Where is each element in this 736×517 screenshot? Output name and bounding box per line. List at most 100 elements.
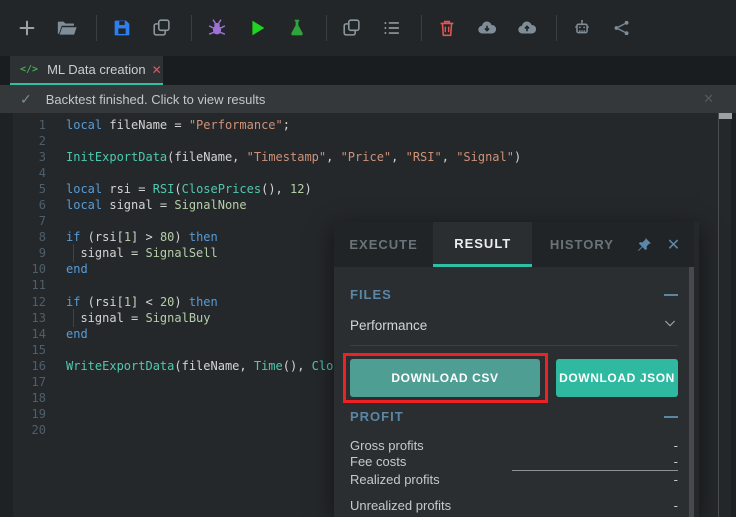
panel-close-icon[interactable]: ✕: [661, 222, 686, 267]
notification-bar[interactable]: ✓ Backtest finished. Click to view resul…: [0, 85, 736, 113]
code-icon: </>: [20, 64, 39, 75]
line-number: 9: [38, 246, 46, 261]
duplicate-button[interactable]: [337, 13, 367, 43]
panel-body: FILES Performance DOWNLOAD CSV DOWNLOAD: [334, 287, 694, 513]
download-csv-button[interactable]: DOWNLOAD CSV: [350, 359, 540, 397]
trash-icon: [436, 17, 458, 39]
new-script-button[interactable]: [12, 13, 42, 43]
plus-icon: [16, 17, 38, 39]
delete-button[interactable]: [432, 13, 462, 43]
notification-close-icon[interactable]: ✕: [703, 91, 714, 107]
backtest-button[interactable]: [282, 13, 312, 43]
code-text: local rsi = RSI(ClosePrices(), 12): [66, 182, 312, 197]
open-script-button[interactable]: [52, 13, 82, 43]
panel-scrollbar[interactable]: [689, 267, 694, 517]
collapse-icon-profit[interactable]: [664, 415, 678, 418]
section-divider: [350, 345, 678, 346]
run-button[interactable]: [242, 13, 272, 43]
code-line: 2: [0, 133, 731, 149]
cloud-up-icon: [516, 17, 538, 39]
floppy-icon: [111, 17, 133, 39]
profit-row: Realized profits -: [350, 472, 678, 488]
log-list-button[interactable]: [377, 13, 407, 43]
panel-tab-history[interactable]: HISTORY: [532, 222, 631, 267]
line-number: 2: [38, 134, 46, 149]
line-number: 5: [38, 182, 46, 197]
code-text: if (rsi[1] > 80) then: [66, 230, 218, 245]
download-button-row: DOWNLOAD CSV DOWNLOAD JSON: [343, 353, 678, 403]
line-number: 11: [31, 278, 46, 293]
files-section-title: FILES: [350, 287, 392, 302]
editor-scrollbar[interactable]: [718, 113, 732, 517]
line-number: 1: [38, 118, 46, 133]
copy-script-button[interactable]: [147, 13, 177, 43]
line-number: 18: [31, 390, 46, 405]
line-number: 17: [31, 374, 46, 389]
list-icon: [381, 17, 403, 39]
share-button[interactable]: [607, 13, 637, 43]
bug-icon: [206, 17, 228, 39]
line-number: 14: [31, 326, 46, 341]
pin-icon[interactable]: [631, 222, 656, 267]
code-text: local fileName = "Performance";: [66, 118, 290, 133]
tab-label: ML Data creation: [47, 62, 146, 77]
code-text: local signal = SignalNone: [66, 198, 247, 213]
results-panel: EXECUTE RESULT HISTORY ✕ FILES Performance …: [334, 222, 699, 517]
code-text: end: [66, 262, 88, 277]
copy-icon: [151, 17, 173, 39]
panel-tab-result[interactable]: RESULT: [433, 222, 533, 267]
code-line: 1 local fileName = "Performance";: [0, 117, 731, 133]
code-line: 6 local signal = SignalNone: [0, 197, 731, 213]
code-text: end: [66, 326, 88, 341]
code-text: WriteExportData(fileName, Time(), CloseP…: [66, 358, 362, 373]
profit-row-label: Realized profits: [350, 472, 440, 487]
editor-scrollbar-thumb[interactable]: [719, 113, 732, 119]
line-number: 10: [31, 262, 46, 277]
debug-button[interactable]: [202, 13, 232, 43]
file-select-value: Performance: [350, 318, 428, 333]
profit-row-label: Unrealized profits: [350, 497, 452, 513]
toolbar-separator: [96, 15, 97, 41]
tab-close-icon[interactable]: ✕: [152, 63, 162, 77]
profit-section-header: PROFIT: [350, 409, 678, 424]
file-select[interactable]: Performance: [350, 315, 678, 336]
profit-rows: Gross profits - Fee costs - Realized profits…: [350, 438, 678, 513]
sum-underline: [512, 470, 678, 471]
code-line: 4: [0, 165, 731, 181]
code-line: 5 local rsi = RSI(ClosePrices(), 12): [0, 181, 731, 197]
profit-row: Unrealized profits -: [350, 498, 678, 514]
profit-row-value: -: [673, 438, 678, 453]
line-number: 12: [31, 294, 46, 309]
code-text: signal = SignalSell: [66, 244, 218, 263]
line-number: 16: [31, 358, 46, 373]
chevron-down-icon: [662, 315, 678, 336]
profit-row-label: Fee costs: [350, 453, 407, 469]
collapse-icon-files[interactable]: [664, 293, 678, 296]
profit-row-value: -: [673, 497, 678, 513]
robot-icon: [571, 17, 593, 39]
cloud-download-button[interactable]: [472, 13, 502, 43]
line-number: 13: [31, 310, 46, 325]
profit-section-title: PROFIT: [350, 409, 404, 424]
profit-row: Gross profits -: [350, 438, 678, 454]
csv-button-wrap: DOWNLOAD CSV: [343, 353, 548, 403]
tab-bar: </> ML Data creation ✕: [0, 56, 736, 85]
files-section-header: FILES: [350, 287, 678, 302]
line-number: 4: [38, 166, 46, 181]
notification-text: Backtest finished. Click to view results: [45, 91, 266, 107]
save-script-button[interactable]: [107, 13, 137, 43]
line-number: 19: [31, 406, 46, 421]
results-panel-inner: EXECUTE RESULT HISTORY ✕ FILES Performance …: [334, 222, 694, 517]
code-text: if (rsi[1] < 20) then: [66, 294, 218, 309]
profit-row-label: Gross profits: [350, 438, 424, 453]
code-line: 3 InitExportData(fileName, "Timestamp", "…: [0, 149, 731, 165]
check-icon: ✓: [20, 90, 32, 107]
toolbar-separator: [191, 15, 192, 41]
cloud-upload-button[interactable]: [512, 13, 542, 43]
play-icon: [246, 17, 268, 39]
panel-tab-execute[interactable]: EXECUTE: [334, 222, 433, 267]
tab-ml-data-creation[interactable]: </> ML Data creation ✕: [10, 56, 163, 85]
bot-button[interactable]: [567, 13, 597, 43]
download-json-button[interactable]: DOWNLOAD JSON: [556, 359, 678, 397]
line-number: 15: [31, 342, 46, 357]
